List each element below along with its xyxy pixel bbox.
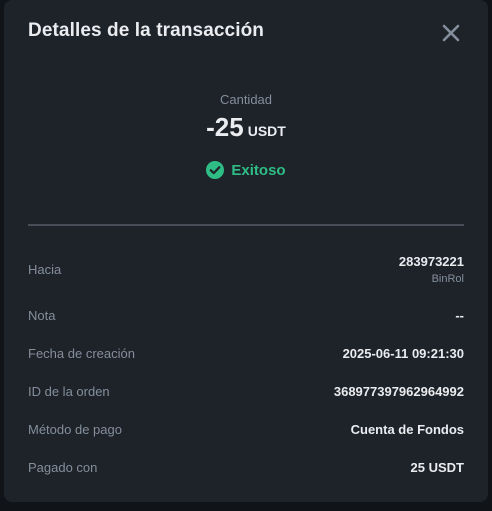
detail-value: -- <box>455 308 464 323</box>
detail-row-created: Fecha de creación 2025-06-11 09:21:30 <box>28 346 464 361</box>
detail-label: Nota <box>28 308 56 323</box>
close-icon <box>442 24 460 42</box>
detail-value: 283973221 <box>398 254 464 269</box>
detail-label: Método de pago <box>28 422 122 437</box>
detail-value: 2025-06-11 09:21:30 <box>342 346 464 361</box>
detail-label: Pagado con <box>28 460 98 475</box>
divider <box>28 224 464 226</box>
check-circle-icon <box>206 161 225 179</box>
status-badge: Exitoso <box>206 161 286 179</box>
detail-row-payment-method: Método de pago Cuenta de Fondos <box>28 422 464 437</box>
transaction-details-modal: Detalles de la transacción Cantidad -25 U… <box>4 0 488 502</box>
modal-title: Detalles de la transacción <box>28 20 264 41</box>
detail-row-order-id: ID de la orden 368977397962964992 <box>28 384 464 399</box>
amount-section: Cantidad -25 USDT Exitoso <box>4 92 488 184</box>
detail-label: ID de la orden <box>28 384 110 399</box>
detail-label: Hacia <box>28 262 62 277</box>
amount-label: Cantidad <box>219 92 273 107</box>
amount-row: -25 USDT <box>4 112 488 147</box>
detail-value-group: 283973221 BinRol <box>399 254 464 285</box>
close-button[interactable] <box>440 22 462 44</box>
detail-sub-value: BinRol <box>431 273 464 285</box>
detail-value[interactable]: 368977397962964992 <box>334 384 464 399</box>
detail-row-note: Nota -- <box>28 308 464 323</box>
detail-label: Fecha de creación <box>28 346 135 361</box>
amount-value: -25 <box>206 112 244 142</box>
detail-row-paid-with: Pagado con 25 USDT <box>28 460 464 475</box>
detail-value: Cuenta de Fondos <box>350 422 464 437</box>
amount-unit: USDT <box>247 123 286 139</box>
detail-value: 25 USDT <box>410 460 464 475</box>
status-text: Exitoso <box>231 161 286 179</box>
detail-row-to: Hacia 283973221 BinRol <box>28 254 464 285</box>
